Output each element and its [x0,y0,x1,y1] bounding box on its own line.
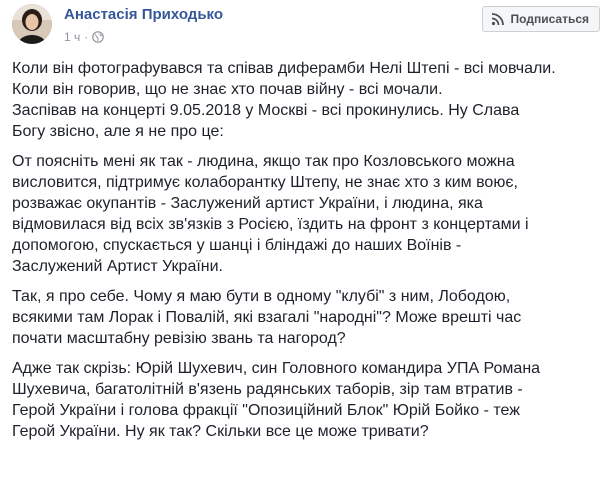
text-line: Так, я про себе. Чому я маю бути в одном… [12,288,511,305]
text-line: Герой України і голова фракції "Опозицій… [12,402,520,419]
text-line: допомогою, спускається у шанці і бліндаж… [12,237,462,254]
text-line: Заслужений Артист України. [12,258,223,275]
text-line: Богу звісно, але я не про це: [12,123,224,140]
post-header: Анастасія Приходько 1 ч · Подписаться [12,4,602,52]
post-text: Коли він фотографувався та співав дифера… [12,58,606,451]
rss-icon [491,13,504,26]
subscribe-label: Подписаться [510,12,589,26]
text-line: Адже так скрізь: Юрій Шухевич, син Голов… [12,360,541,377]
author-name[interactable]: Анастасія Приходько [64,6,223,23]
text-line: От поясніть мені як так - людина, якщо т… [12,153,515,170]
text-line: Шухевича, багатолітній в'язень радянськи… [12,381,523,398]
text-line: Заспівав на концерті 9.05.2018 у Москві … [12,102,520,119]
text-line: висловится, підтримує колаборантку Штепу… [12,174,518,191]
author-avatar[interactable] [12,4,52,44]
text-line: почати масштабну ревізію звань та нагоро… [12,330,346,347]
post-paragraph-3: Так, я про себе. Чому я маю бути в одном… [12,286,606,349]
post-paragraph-2: От поясніть мені як так - людина, якщо т… [12,151,606,277]
globe-icon[interactable] [92,31,105,43]
text-line: Герой України. Ну як так? Скільки все це… [12,423,429,440]
post-paragraph-1: Коли він фотографувався та співав дифера… [12,58,606,142]
text-line: всякими там Лорак і Повалій, які взагалі… [12,309,522,326]
facebook-post: Анастасія Приходько 1 ч · Подписаться Ко… [0,0,614,491]
text-line: розважає окупантів - Заслужений артист У… [12,195,483,212]
post-paragraph-4: Адже так скрізь: Юрій Шухевич, син Голов… [12,358,606,442]
subscribe-button[interactable]: Подписаться [481,6,600,32]
text-line: Коли він говорив, що не знає хто почав в… [12,81,443,98]
post-timestamp[interactable]: 1 ч [64,30,80,44]
avatar-image [12,4,52,44]
post-meta: 1 ч · [64,30,105,44]
meta-separator: · [84,30,89,44]
text-line: Коли він фотографувався та співав дифера… [12,60,556,77]
text-line: відмовилася від всіх зв'язків з Росією, … [12,216,529,233]
